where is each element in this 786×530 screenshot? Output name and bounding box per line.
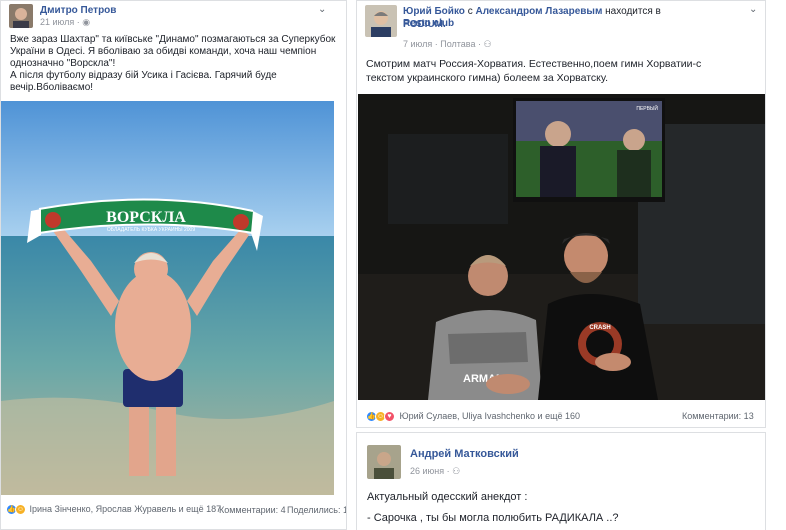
post-date[interactable]: 21 июля	[40, 17, 74, 27]
reactions-names[interactable]: Ірина Зінченко, Ярослав Журавель и ещё 1…	[30, 504, 222, 514]
post-text-line: України в Одесі. Я вболіваю за обидві ко…	[10, 46, 317, 57]
post-text-line: - Сарочка , ты бы могла полюбить РАДИКАЛ…	[367, 512, 619, 524]
shares-count[interactable]: Поделились: 1	[287, 505, 346, 515]
author-avatar[interactable]	[365, 5, 397, 37]
author-name[interactable]: Андрей Матковский	[410, 448, 519, 460]
friends-icon: · ⚇	[478, 39, 492, 49]
love-reaction-icon: ♥	[384, 411, 395, 423]
post-text-line: однозначно "Ворскла"!	[10, 58, 116, 69]
post-photo-beach[interactable]: ВОРСКЛА ОБЛАДАТЕЛЬ КУБКА УКРАИНЫ 2009	[1, 101, 334, 495]
author-name[interactable]: Дмитро Петров	[40, 5, 116, 16]
shirt-text-crash: CRASH	[589, 325, 610, 331]
post-meta: 21 июля · ◉	[40, 17, 90, 28]
with-prefix: с	[467, 6, 473, 17]
reactions-bar[interactable]: 👍☺ ♥ Юрий Сулаев, Uliya Ivashchenko и ещё…	[366, 411, 581, 423]
author-avatar[interactable]	[9, 4, 33, 28]
post-andrey-matkovsky: Андрей Матковский 26 июня · ⚇ Актуальный…	[356, 432, 766, 530]
post-photo-bar[interactable]: ПЕРВЫЙ ARMANI CRASH	[358, 94, 766, 400]
post-text-line: вечір.Вболіваємо!	[10, 82, 94, 93]
post-text-line: А після футболу відразу бій Усика і Гасі…	[10, 70, 277, 81]
tagged-person[interactable]: Александром Лазаревым	[475, 6, 602, 17]
tv-logo: ПЕРВЫЙ	[636, 104, 658, 112]
post-yuriy-boyko: Юрий Бойко с Александром Лазаревым наход…	[356, 0, 766, 428]
location-link-line2[interactable]: PODIUM.	[403, 19, 446, 30]
haha-reaction-icon: ☺	[15, 504, 26, 516]
comments-count[interactable]: Комментарии: 4	[219, 505, 286, 515]
post-options-icon[interactable]: ⌄	[318, 4, 326, 15]
post-text: Вже зараз Шахтар" та київське "Динамо" п…	[10, 34, 340, 94]
post-date[interactable]: 26 июня	[410, 466, 444, 476]
meta-separator: ·	[434, 39, 438, 49]
globe-icon: · ◉	[76, 17, 91, 27]
post-text-line: Вже зараз Шахтар" та київське "Динамо" п…	[10, 34, 336, 45]
author-name[interactable]: Юрий Бойко	[403, 6, 465, 17]
post-meta: 26 июня · ⚇	[410, 466, 460, 477]
location-prefix: находится в	[605, 6, 661, 17]
scarf-text: ВОРСКЛА	[106, 209, 186, 226]
post-text-line: Смотрим матч Россия-Хорватия. Естественн…	[366, 58, 702, 70]
post-options-icon[interactable]: ⌄	[749, 4, 757, 15]
reactions-names[interactable]: Юрий Сулаев, Uliya Ivashchenko и ещё 160	[400, 411, 581, 421]
comments-count[interactable]: Комментарии: 13	[682, 411, 754, 421]
post-date[interactable]: 7 июля	[403, 39, 432, 49]
scarf-subtext: ОБЛАДАТЕЛЬ КУБКА УКРАИНЫ 2009	[107, 227, 195, 233]
friends-icon: · ⚇	[446, 466, 461, 476]
post-text-line: Актуальный одесский анекдот :	[367, 491, 528, 503]
reactions-bar[interactable]: 👍☺ Ірина Зінченко, Ярослав Журавель и ещ…	[6, 504, 222, 516]
post-place[interactable]: Полтава	[440, 39, 475, 49]
post-dmytro-petrov: Дмитро Петров 21 июля · ◉ ⌄ Вже зараз Ша…	[0, 0, 347, 530]
post-text: Смотрим матч Россия-Хорватия. Естественн…	[366, 57, 761, 85]
author-avatar[interactable]	[367, 445, 401, 479]
post-text-line: текстом украинского гимна) болеем за Хор…	[366, 72, 609, 84]
post-meta: 7 июля · Полтава · ⚇	[403, 39, 492, 50]
